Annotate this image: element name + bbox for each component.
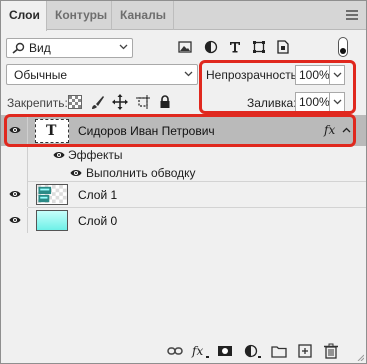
filter-kind-select[interactable]: Вид — [6, 38, 133, 58]
fill-label: Заливка: — [247, 96, 297, 110]
effect-row-stroke[interactable]: Выполнить обводку — [1, 164, 366, 182]
type-thumbnail-glyph: T — [46, 123, 57, 139]
filter-kind-label: Вид — [29, 41, 51, 55]
svg-text:fx: fx — [191, 344, 203, 358]
layers-panel: Слои Контуры Каналы Вид Обычные Непрозра… — [0, 0, 367, 364]
adjustment-filter-icon[interactable] — [203, 39, 219, 55]
lock-position-icon[interactable] — [112, 94, 128, 110]
chevron-down-icon — [119, 44, 128, 50]
blend-mode-label: Обычные — [14, 68, 68, 82]
type-filter-icon[interactable] — [227, 39, 243, 55]
smart-object-filter-icon[interactable] — [275, 39, 291, 55]
eye-icon[interactable] — [9, 214, 21, 226]
opacity-dropdown[interactable] — [329, 65, 345, 85]
fx-icon[interactable]: fx — [191, 343, 211, 359]
opacity-input[interactable]: 100% — [295, 65, 330, 85]
eye-icon[interactable] — [9, 188, 21, 200]
visibility-cell[interactable] — [1, 115, 28, 146]
lock-artboard-icon[interactable] — [135, 94, 151, 110]
lock-all-icon[interactable] — [157, 94, 173, 110]
filter-toggle-switch[interactable] — [338, 37, 348, 57]
delete-layer-icon[interactable] — [323, 343, 339, 359]
lock-image-pixels-icon[interactable] — [90, 94, 106, 110]
eye-icon[interactable] — [53, 149, 65, 161]
panel-menu-icon[interactable] — [346, 10, 358, 20]
chevron-down-icon — [184, 71, 193, 77]
visibility-cell[interactable] — [1, 208, 28, 233]
empty-visibility-cell — [1, 146, 28, 164]
effects-label: Эффекты — [68, 148, 123, 162]
layer-name[interactable]: Слой 1 — [78, 188, 117, 202]
shape-filter-icon[interactable] — [251, 39, 267, 55]
fx-badge[interactable]: fx — [324, 123, 335, 137]
layer-row-1[interactable]: Слой 1 — [1, 182, 366, 207]
tab-paths[interactable]: Контуры — [47, 1, 112, 30]
fill-dropdown[interactable] — [329, 92, 345, 112]
bottom-toolbar: fx — [1, 337, 366, 363]
layer-1-thumbnail[interactable] — [36, 184, 68, 205]
link-layers-icon[interactable] — [167, 343, 183, 359]
layer-name[interactable]: Слой 0 — [78, 214, 117, 228]
empty-visibility-cell — [1, 164, 28, 182]
chevron-down-icon — [333, 72, 342, 78]
lock-transparent-pixels-icon[interactable] — [67, 94, 83, 110]
layer-row-text[interactable]: T Сидоров Иван Петрович fx — [1, 115, 366, 146]
layer-row-0[interactable]: Слой 0 — [1, 208, 366, 233]
image-filter-icon[interactable] — [177, 39, 193, 55]
lock-label: Закрепить: — [7, 96, 68, 110]
fill-input[interactable]: 100% — [295, 92, 330, 112]
effects-row: Эффекты — [1, 146, 366, 164]
blend-mode-select[interactable]: Обычные — [6, 64, 198, 85]
layer-name[interactable]: Сидоров Иван Петрович — [78, 124, 215, 138]
new-layer-icon[interactable] — [297, 343, 313, 359]
tab-bar: Слои Контуры Каналы — [1, 1, 366, 31]
effect-label[interactable]: Выполнить обводку — [86, 166, 196, 180]
eye-icon[interactable] — [9, 124, 21, 136]
group-folder-icon[interactable] — [271, 343, 287, 359]
tab-layers[interactable]: Слои — [1, 1, 47, 31]
visibility-cell[interactable] — [1, 182, 28, 207]
text-layer-thumbnail[interactable]: T — [35, 119, 69, 143]
eye-icon[interactable] — [70, 167, 82, 179]
tab-channels[interactable]: Каналы — [112, 1, 174, 30]
chevron-up-icon[interactable] — [342, 127, 351, 133]
chevron-down-icon — [333, 99, 342, 105]
opacity-label: Непрозрачность: — [206, 68, 301, 82]
mask-icon[interactable] — [217, 343, 233, 359]
resize-grip-icon[interactable] — [356, 353, 364, 361]
adjustment-layer-icon[interactable] — [243, 343, 263, 359]
layer-0-thumbnail[interactable] — [36, 210, 68, 231]
search-icon — [12, 42, 25, 54]
